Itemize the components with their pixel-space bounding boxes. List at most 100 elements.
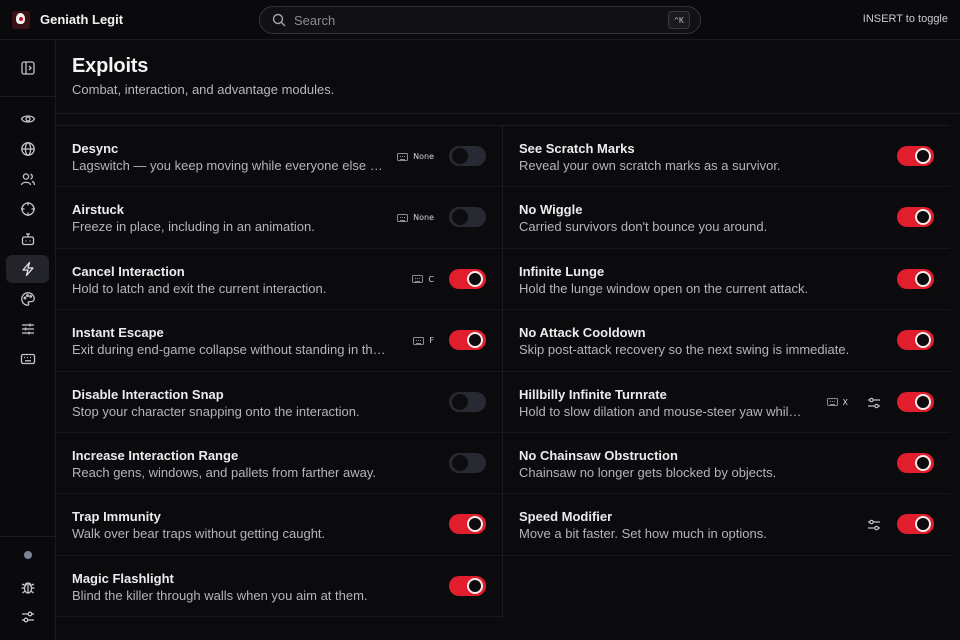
sidebar-item-debug[interactable] bbox=[6, 573, 49, 601]
page-subtitle: Combat, interaction, and advantage modul… bbox=[72, 82, 335, 97]
module-keybind[interactable]: F bbox=[413, 336, 434, 345]
module-toggle-magic-flashlight[interactable] bbox=[449, 575, 486, 596]
crosshair-icon bbox=[20, 202, 35, 216]
module-keybind[interactable]: None bbox=[397, 213, 434, 222]
module-toggle-no-wiggle[interactable] bbox=[897, 207, 934, 228]
module-toggle-cancel-interaction[interactable] bbox=[449, 268, 486, 289]
search-icon bbox=[272, 13, 286, 27]
sidebar-item-aim[interactable] bbox=[6, 195, 49, 223]
module-description: Reach gens, windows, and pallets from fa… bbox=[72, 464, 376, 480]
module-title: Airstuck bbox=[72, 202, 125, 218]
module-title: No Attack Cooldown bbox=[519, 325, 646, 341]
module-row-desync: Desync Lagswitch — you keep moving while … bbox=[56, 126, 502, 188]
keyboard-icon bbox=[397, 213, 409, 222]
module-row-no-wiggle: No Wiggle Carried survivors don't bounce … bbox=[503, 187, 950, 249]
module-toggle-desync[interactable] bbox=[449, 146, 486, 166]
sidebar-item-players[interactable] bbox=[6, 165, 49, 193]
options-sliders-icon bbox=[868, 397, 880, 408]
sidebar-collapse-button[interactable] bbox=[6, 54, 49, 82]
module-options-button[interactable] bbox=[866, 517, 882, 533]
main-panel: Exploits Combat, interaction, and advant… bbox=[56, 40, 960, 640]
palette-icon bbox=[20, 292, 35, 306]
module-toggle-infinite-lunge[interactable] bbox=[897, 268, 934, 289]
app-title: Geniath Legit bbox=[40, 12, 124, 27]
module-title: Magic Flashlight bbox=[72, 570, 174, 586]
panel-toggle-icon bbox=[20, 61, 35, 75]
sidebar-item-world[interactable] bbox=[6, 135, 49, 163]
app-logo bbox=[12, 10, 30, 29]
sidebar-item-exploits[interactable] bbox=[6, 255, 49, 283]
module-toggle-increase-interaction-range[interactable] bbox=[449, 452, 486, 473]
module-row-speed-modifier: Speed Modifier Move a bit faster. Set how… bbox=[503, 494, 950, 556]
module-title: See Scratch Marks bbox=[519, 141, 635, 156]
module-toggle-disable-interaction-snap[interactable] bbox=[449, 391, 486, 412]
module-title: Disable Interaction Snap bbox=[72, 386, 224, 402]
module-row-no-chainsaw-obstruction: No Chainsaw Obstruction Chainsaw no longe… bbox=[503, 433, 950, 495]
module-row-increase-interaction-range: Increase Interaction Range Reach gens, wi… bbox=[56, 433, 502, 495]
module-description: Stop your character snapping onto the in… bbox=[72, 403, 360, 419]
module-row-no-attack-cooldown: No Attack Cooldown Skip post-attack recov… bbox=[503, 310, 950, 372]
module-description: Hold to slow dilation and mouse-steer ya… bbox=[519, 403, 802, 419]
module-description: Lagswitch — you keep moving while everyo… bbox=[72, 158, 383, 173]
lightning-icon bbox=[21, 261, 34, 277]
sidebar-item-settings[interactable] bbox=[6, 603, 49, 631]
module-toggle-see-scratch-marks[interactable] bbox=[897, 146, 934, 166]
module-title: Hillbilly Infinite Turnrate bbox=[519, 386, 667, 402]
module-toggle-instant-escape[interactable] bbox=[449, 330, 486, 351]
module-description: Reveal your own scratch marks as a survi… bbox=[519, 158, 781, 173]
module-description: Carried survivors don't bounce you aroun… bbox=[519, 219, 768, 235]
brand: Geniath Legit bbox=[0, 10, 259, 29]
module-row-instant-escape: Instant Escape Exit during end-game colla… bbox=[56, 310, 502, 372]
bug-icon bbox=[21, 582, 34, 594]
module-keybind[interactable]: C bbox=[412, 275, 434, 284]
module-keybind[interactable]: X bbox=[826, 397, 848, 407]
module-description: Freeze in place, including in an animati… bbox=[72, 219, 315, 235]
module-row-infinite-lunge: Infinite Lunge Hold the lunge window open… bbox=[503, 249, 950, 311]
toggle-hint: INSERT to toggle bbox=[862, 13, 948, 25]
options-sliders-icon bbox=[868, 520, 880, 531]
module-toggle-trap-immunity[interactable] bbox=[449, 514, 486, 535]
toggle-knob bbox=[915, 332, 931, 349]
module-row-trap-immunity: Trap Immunity Walk over bear traps withou… bbox=[56, 494, 502, 556]
search-input[interactable] bbox=[294, 12, 654, 28]
search-bar[interactable]: ^K bbox=[259, 6, 701, 34]
module-description: Blind the killer through walls when you … bbox=[72, 587, 368, 603]
sidebar-item-keybinds[interactable] bbox=[6, 345, 49, 373]
users-icon bbox=[20, 173, 35, 186]
module-row-airstuck: Airstuck Freeze in place, including in an… bbox=[56, 187, 502, 249]
sidebar-item-automation[interactable] bbox=[6, 225, 49, 253]
search-shortcut-badge: ^K bbox=[668, 11, 690, 29]
connection-status-dot bbox=[24, 551, 32, 559]
toggle-knob bbox=[915, 393, 931, 410]
module-title: Instant Escape bbox=[72, 325, 164, 341]
keybind-label: None bbox=[413, 213, 434, 223]
module-keybind[interactable]: None bbox=[397, 152, 434, 161]
keyboard-icon bbox=[413, 336, 425, 345]
keyboard-icon bbox=[412, 275, 424, 284]
toggle-knob bbox=[452, 454, 468, 471]
toggle-knob bbox=[915, 270, 931, 287]
module-row-magic-flashlight: Magic Flashlight Blind the killer through… bbox=[56, 556, 502, 618]
page-title: Exploits bbox=[72, 55, 149, 77]
module-toggle-no-chainsaw-obstruction[interactable] bbox=[897, 452, 934, 473]
sidebar-item-appearance[interactable] bbox=[6, 285, 49, 313]
keyboard-icon bbox=[826, 398, 838, 407]
sidebar-divider-bottom bbox=[0, 536, 56, 537]
robot-icon bbox=[21, 233, 34, 246]
module-toggle-hillbilly-infinite-turnrate[interactable] bbox=[897, 391, 934, 412]
module-options-button[interactable] bbox=[866, 395, 882, 411]
module-toggle-airstuck[interactable] bbox=[449, 207, 486, 228]
module-title: No Chainsaw Obstruction bbox=[519, 447, 678, 463]
module-toggle-speed-modifier[interactable] bbox=[897, 514, 934, 535]
module-title: Desync bbox=[72, 141, 119, 156]
module-toggle-no-attack-cooldown[interactable] bbox=[897, 330, 934, 351]
keybind-label: X bbox=[842, 397, 848, 407]
toggle-knob bbox=[452, 209, 468, 226]
toggle-knob bbox=[467, 516, 483, 533]
sidebar-item-tuning[interactable] bbox=[6, 315, 49, 343]
module-description: Chainsaw no longer gets blocked by objec… bbox=[519, 464, 777, 480]
module-row-hillbilly-infinite-turnrate: Hillbilly Infinite Turnrate Hold to slow … bbox=[503, 372, 950, 433]
toggle-knob bbox=[467, 577, 483, 594]
sidebar-item-visuals[interactable] bbox=[6, 105, 49, 133]
module-description: Hold the lunge window open on the curren… bbox=[519, 280, 809, 296]
